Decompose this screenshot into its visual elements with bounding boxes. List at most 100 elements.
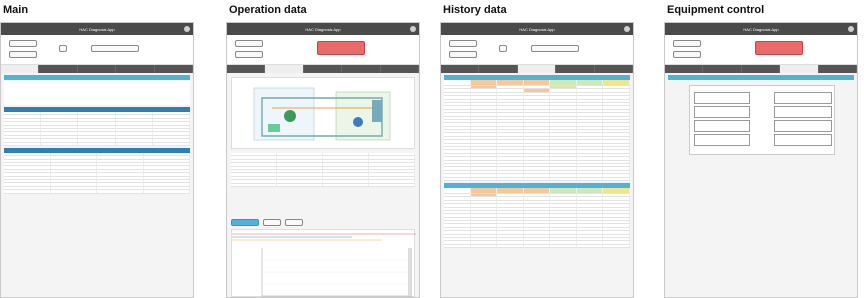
tab-control[interactable] <box>780 65 819 73</box>
screenshot-control: HAC Diagnosis App <box>664 22 858 298</box>
panel-main: Main HAC Diagnosis App <box>0 0 194 298</box>
main-unit-button[interactable] <box>449 40 477 47</box>
cycle-diagram-svg <box>253 87 391 141</box>
fan-mode-button[interactable] <box>694 134 750 146</box>
graph-scrollbar[interactable] <box>408 248 412 296</box>
table-row <box>4 190 190 194</box>
main-tabs <box>441 65 633 73</box>
tab-history[interactable] <box>742 65 781 73</box>
operation-mode-button[interactable] <box>774 106 832 118</box>
equipment-model-button[interactable] <box>531 45 579 52</box>
app-titlebar: HAC Diagnosis App <box>1 23 193 35</box>
table-row <box>444 244 631 249</box>
control-panel-area <box>689 85 835 155</box>
tab-other[interactable] <box>819 65 857 73</box>
heat-exchanger-icon <box>372 100 382 122</box>
fan-speed-button[interactable] <box>774 134 832 146</box>
main-tabs <box>227 65 419 73</box>
screenshot-history: HAC Diagnosis App <box>440 22 634 298</box>
operation-table <box>231 153 415 187</box>
outdoor-unit-button[interactable] <box>9 51 37 58</box>
main-unit-button[interactable] <box>673 40 701 47</box>
temperature-button[interactable] <box>774 120 832 132</box>
app-title: HAC Diagnosis App <box>743 26 779 32</box>
history-table-2 <box>444 187 631 249</box>
tab-operation[interactable] <box>703 65 742 73</box>
table-rows-1 <box>4 112 191 146</box>
graph-option-button[interactable] <box>263 219 281 226</box>
refrigerant-diagram <box>231 77 415 149</box>
mode-button[interactable] <box>694 92 750 104</box>
app-titlebar: HAC Diagnosis App <box>227 23 419 35</box>
panel-operation: Operation data HAC Diagnosis App <box>226 0 420 298</box>
outdoor-unit-button[interactable] <box>235 51 263 58</box>
tab-main[interactable] <box>441 65 480 73</box>
table-row <box>444 177 631 181</box>
trend-graph <box>231 229 416 297</box>
tab-history[interactable] <box>517 65 557 73</box>
settings-icon[interactable] <box>848 26 854 32</box>
alert-button[interactable] <box>755 41 803 55</box>
fan-icon <box>353 117 363 127</box>
outdoor-unit-button[interactable] <box>673 51 701 58</box>
tab-history[interactable] <box>78 65 117 73</box>
tab-operation[interactable] <box>265 65 304 73</box>
tab-other[interactable] <box>381 65 419 73</box>
tab-main[interactable] <box>227 65 266 73</box>
alert-button[interactable] <box>317 41 365 55</box>
top-control-area <box>665 35 857 65</box>
outdoor-unit-button[interactable] <box>449 51 477 58</box>
app-title: HAC Diagnosis App <box>305 26 341 32</box>
table-row <box>4 142 191 146</box>
operation-button[interactable] <box>774 92 832 104</box>
screenshot-operation: HAC Diagnosis App <box>226 22 420 298</box>
panel-title-operation: Operation data <box>229 4 307 16</box>
top-control-area <box>1 35 193 65</box>
main-unit-button[interactable] <box>9 40 37 47</box>
panel-control: Equipment control HAC Diagnosis App <box>664 0 858 298</box>
tab-operation[interactable] <box>479 65 518 73</box>
top-control-area <box>227 35 419 65</box>
section-header <box>4 75 190 80</box>
main-unit-button[interactable] <box>235 40 263 47</box>
tab-main[interactable] <box>1 65 40 73</box>
connect-button[interactable] <box>59 45 67 52</box>
app-title: HAC Diagnosis App <box>79 26 115 32</box>
tab-other[interactable] <box>595 65 633 73</box>
graph-option-button[interactable] <box>285 219 303 226</box>
top-control-area <box>441 35 633 65</box>
heat-button[interactable] <box>694 106 750 118</box>
app-title: HAC Diagnosis App <box>519 26 555 32</box>
graph-range-button[interactable] <box>231 219 259 226</box>
settings-icon[interactable] <box>410 26 416 32</box>
main-tabs <box>665 65 857 73</box>
tab-control[interactable] <box>556 65 595 73</box>
info-rows <box>4 81 190 105</box>
app-titlebar: HAC Diagnosis App <box>441 23 633 35</box>
tab-control[interactable] <box>116 65 155 73</box>
trend-graph-svg <box>232 233 416 297</box>
setpoint-button[interactable] <box>694 120 750 132</box>
main-tabs <box>1 65 193 73</box>
section-header <box>668 75 854 80</box>
tab-history[interactable] <box>304 65 343 73</box>
tab-other[interactable] <box>155 65 193 73</box>
settings-icon[interactable] <box>184 26 190 32</box>
graph-controls <box>231 219 415 227</box>
tab-operation[interactable] <box>39 65 78 73</box>
table-row <box>231 183 415 187</box>
equipment-model-button[interactable] <box>91 45 139 52</box>
settings-icon[interactable] <box>624 26 630 32</box>
screenshot-main: HAC Diagnosis App <box>0 22 194 298</box>
tab-main[interactable] <box>665 65 704 73</box>
app-titlebar: HAC Diagnosis App <box>665 23 857 35</box>
panel-title-main: Main <box>3 4 29 16</box>
panel-title-control: Equipment control <box>667 4 765 16</box>
valve-icon <box>268 124 280 132</box>
table-rows-2 <box>4 152 190 194</box>
compressor-icon <box>284 110 296 122</box>
history-table-1 <box>444 80 631 181</box>
tab-control[interactable] <box>342 65 381 73</box>
panel-title-history: History data <box>443 4 507 16</box>
connect-button[interactable] <box>499 45 507 52</box>
